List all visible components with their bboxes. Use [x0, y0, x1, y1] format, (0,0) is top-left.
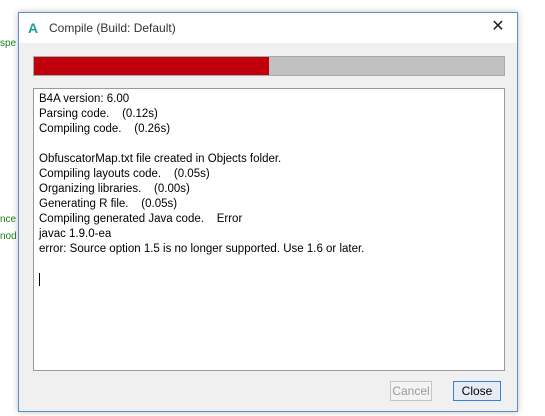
compile-progress-bar — [33, 56, 505, 76]
compile-dialog: A Compile (Build: Default) ✕ B4A version… — [18, 12, 518, 412]
log-line: Parsing code. (0.12s) — [39, 108, 158, 120]
text-caret — [39, 273, 40, 286]
log-line: B4A version: 6.00 — [39, 93, 130, 105]
log-line: Organizing libraries. (0.00s) — [39, 183, 190, 195]
close-icon[interactable]: ✕ — [489, 18, 507, 36]
progress-fill — [34, 57, 269, 75]
title-bar[interactable]: A Compile (Build: Default) ✕ — [19, 13, 517, 43]
log-line: ObfuscatorMap.txt file created in Object… — [39, 153, 282, 165]
close-button[interactable]: Close — [453, 381, 501, 401]
cancel-button[interactable]: Cancel — [390, 381, 432, 401]
background-text-fragment: spe — [0, 38, 17, 49]
log-line: Compiling layouts code. (0.05s) — [39, 168, 210, 180]
background-text-fragment: nce — [0, 214, 17, 225]
window-title: Compile (Build: Default) — [49, 21, 176, 35]
log-line: error: Source option 1.5 is no longer su… — [39, 243, 365, 255]
log-line: Compiling code. (0.26s) — [39, 123, 171, 135]
log-line: Compiling generated Java code. Error — [39, 213, 243, 225]
log-line: javac 1.9.0-ea — [39, 228, 112, 240]
log-line: Generating R file. (0.05s) — [39, 198, 178, 210]
compile-log-textarea[interactable]: B4A version: 6.00 Parsing code. (0.12s) … — [33, 88, 505, 371]
background-text-fragment: nod — [0, 231, 17, 242]
b4a-app-icon: A — [28, 20, 39, 36]
